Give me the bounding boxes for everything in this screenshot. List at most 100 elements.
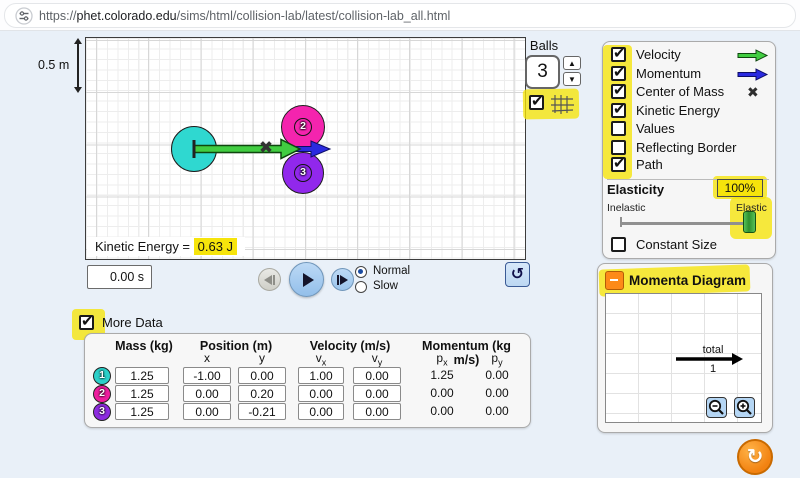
ball-1[interactable] [171,126,217,172]
subheader-x: x [204,351,210,365]
grid-icon [551,95,574,114]
elasticity-slider-track[interactable] [620,222,755,225]
elasticity-title: Elasticity [607,182,665,197]
py-value-ball2: 0.00 [485,386,509,400]
checkbox-kinetic-energy-label: Kinetic Energy [636,103,720,118]
data-table-panel: Mass (kg) Position (m) Velocity (m/s) Mo… [84,333,531,428]
mass-input-ball2[interactable]: 1.25 [115,385,169,402]
zoom-in-icon [736,399,752,415]
zoom-out-icon [708,399,724,415]
vy-input-ball1[interactable]: 0.00 [353,367,401,384]
vy-input-ball2[interactable]: 0.00 [353,385,401,402]
mass-input-ball3[interactable]: 1.25 [115,403,169,420]
zoom-in-button[interactable] [734,397,755,418]
ball-2-badge: 2 [93,385,111,403]
vy-input-ball3[interactable]: 0.00 [353,403,401,420]
site-settings-icon[interactable] [15,7,33,25]
play-button[interactable] [289,262,324,297]
balls-spinner-label: Balls [529,38,559,53]
grid-checkbox[interactable] [529,92,544,110]
velocity-arrow-icon [737,49,769,62]
vx-input-ball1[interactable]: 1.00 [298,367,344,384]
elasticity-value: 100% [717,179,763,197]
restart-button[interactable]: ↺ [505,262,530,287]
step-back-button[interactable] [258,268,281,291]
more-data-label: More Data [102,315,163,330]
browser-header: https://phet.colorado.edu/sims/html/coll… [0,0,800,31]
vx-input-ball3[interactable]: 0.00 [298,403,344,420]
y-input-ball1[interactable]: 0.00 [238,367,286,384]
scale-label: 0.5 m [38,58,70,72]
play-icon [303,272,314,287]
collapse-button[interactable] [605,271,624,290]
x-input-ball1[interactable]: -1.00 [183,367,231,384]
elasticity-inelastic-label: Inelastic [607,202,646,214]
checkbox-kinetic-energy[interactable] [611,100,626,118]
header-mass: Mass (kg) [115,339,173,353]
subheader-px: px [436,351,448,368]
checkbox-center-of-mass[interactable] [611,81,626,99]
total-label: total [702,344,724,356]
mass-input-ball1[interactable]: 1.25 [115,367,169,384]
checkbox-path[interactable] [611,154,626,172]
balls-decrement-button[interactable]: ▼ [563,72,581,86]
total-value: 1 [709,363,717,375]
url-scheme: https:// [39,9,77,23]
px-value-ball2: 0.00 [430,386,454,400]
vx-input-ball2[interactable]: 0.00 [298,385,344,402]
kinetic-energy-readout: Kinetic Energy = 0.63 J [87,237,246,256]
py-value-ball3: 0.00 [485,404,509,418]
more-data-checkbox[interactable] [79,312,94,330]
px-value-ball3: 0.00 [430,404,454,418]
balls-increment-button[interactable]: ▲ [563,56,581,70]
reset-all-button[interactable]: ↻ [737,439,773,475]
checkbox-reflecting-border-label: Reflecting Border [636,140,737,155]
checkbox-velocity-label: Velocity [636,47,681,62]
zoom-out-button[interactable] [706,397,727,418]
url-host: phet.colorado.edu [76,9,177,23]
scale-marker-arrow-down [74,87,82,93]
momentum-arrow-icon [737,68,769,81]
checkbox-constant-size-label: Constant Size [636,237,717,252]
step-forward-button[interactable] [331,268,354,291]
py-value-ball1: 0.00 [485,368,509,382]
url-text: https://phet.colorado.edu/sims/html/coll… [39,9,450,23]
x-input-ball3[interactable]: 0.00 [183,403,231,420]
radio-normal-label: Normal [373,265,411,277]
y-input-ball3[interactable]: -0.21 [238,403,286,420]
scale-marker-line [77,41,79,90]
radio-slow-label: Slow [373,280,398,292]
ball-1-badge: 1 [93,367,111,385]
subheader-py: py [491,351,503,368]
checkbox-constant-size[interactable] [611,237,626,252]
step-back-icon [263,274,272,285]
subheader-vx: vx [315,351,327,368]
url-bar[interactable]: https://phet.colorado.edu/sims/html/coll… [4,3,796,28]
checkbox-values[interactable] [611,121,626,136]
collision-lab-screen: https://phet.colorado.edu/sims/html/coll… [0,0,800,478]
kinetic-energy-label: Kinetic Energy = [95,239,194,254]
y-input-ball2[interactable]: 0.20 [238,385,286,402]
center-of-mass-icon: ✖ [747,84,759,100]
checkbox-values-label: Values [636,121,675,136]
radio-normal[interactable] [355,266,367,278]
ball-3-badge: 3 [93,403,111,421]
x-input-ball2[interactable]: 0.00 [183,385,231,402]
elasticity-slider-thumb[interactable] [743,211,756,233]
balls-count-display: 3 [525,55,560,89]
time-display: 0.00 s [87,265,152,289]
kinetic-energy-value: 0.63 J [193,238,238,255]
view-options-panel: Velocity Momentum Center of Mass ✖ Kinet… [602,41,776,259]
checkbox-reflecting-border[interactable] [611,140,626,155]
momenta-diagram-panel: Momenta Diagram total 1 [597,263,773,433]
ball-3-number: 3 [294,164,312,182]
center-of-mass-marker: ✖ [258,138,274,157]
radio-slow[interactable] [355,281,367,293]
px-value-ball1: 1.25 [430,368,454,382]
url-path: /sims/html/collision-lab/latest/collisio… [176,9,451,23]
checkbox-velocity[interactable] [611,44,626,62]
checkbox-momentum[interactable] [611,63,626,81]
checkbox-path-label: Path [636,157,663,172]
scale-marker-arrow-up [74,38,82,44]
ball-2-number: 2 [294,118,312,136]
